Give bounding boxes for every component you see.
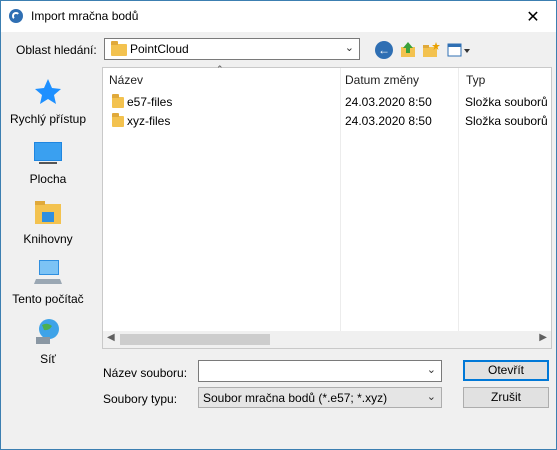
scroll-right-icon[interactable]: ▶ — [539, 332, 547, 343]
filetype-select[interactable]: Soubor mračna bodů (*.e57; *.xyz) ⌄ — [198, 387, 442, 408]
close-button[interactable]: ✕ — [510, 1, 556, 32]
folder-icon — [112, 94, 124, 108]
file-date: 24.03.2020 8:50 — [345, 95, 432, 109]
horizontal-scrollbar[interactable]: ◀ ▶ — [103, 331, 551, 348]
import-dialog: Import mračna bodů ✕ Oblast hledání: Poi… — [0, 0, 557, 450]
computer-icon — [33, 257, 63, 287]
app-icon — [9, 9, 23, 23]
places-bar: Rychlý přístup Plocha Knihovny Tento poč… — [2, 67, 94, 439]
place-network[interactable]: Síť — [2, 317, 94, 366]
look-in-label: Oblast hledání: — [16, 43, 97, 57]
file-name: e57-files — [127, 95, 173, 109]
up-folder-icon[interactable] — [399, 41, 417, 59]
place-label: Rychlý přístup — [9, 112, 87, 126]
place-this-pc[interactable]: Tento počítač — [2, 257, 94, 306]
place-label: Síť — [40, 352, 56, 366]
chevron-down-icon[interactable]: ⌄ — [427, 390, 436, 403]
place-desktop[interactable]: Plocha — [2, 137, 94, 186]
file-date: 24.03.2020 8:50 — [345, 114, 432, 128]
file-row[interactable]: xyz-files 24.03.2020 8:50 Složka souborů — [103, 112, 551, 130]
look-in-combobox[interactable]: PointCloud ⌄ — [104, 38, 360, 60]
views-menu-icon[interactable] — [447, 41, 471, 59]
folder-icon — [112, 113, 124, 127]
place-label: Tento počítač — [12, 292, 84, 306]
scrollbar-thumb[interactable] — [120, 334, 270, 345]
scroll-left-icon[interactable]: ◀ — [107, 332, 115, 343]
place-label: Knihovny — [23, 232, 73, 246]
filetype-label: Soubory typu: — [103, 392, 178, 406]
place-libraries[interactable]: Knihovny — [2, 197, 94, 246]
filename-label: Název souboru: — [103, 366, 188, 380]
network-icon — [33, 317, 63, 347]
place-quick-access[interactable]: Rychlý přístup — [2, 77, 94, 126]
libraries-icon — [33, 197, 63, 227]
file-type: Složka souborů — [465, 95, 548, 109]
filename-input[interactable]: ⌄ — [198, 360, 442, 382]
folder-icon — [111, 41, 127, 56]
cancel-button[interactable]: Zrušit — [463, 387, 549, 408]
column-header-type[interactable]: Typ — [466, 73, 485, 87]
look-in-value: PointCloud — [130, 42, 189, 56]
place-label: Plocha — [29, 172, 67, 186]
chevron-down-icon[interactable]: ⌄ — [345, 41, 354, 54]
new-folder-icon[interactable] — [422, 41, 440, 59]
file-name: xyz-files — [127, 114, 171, 128]
column-header-name[interactable]: Název — [109, 73, 143, 87]
file-type: Složka souborů — [465, 114, 548, 128]
desktop-icon — [33, 137, 63, 167]
window-title: Import mračna bodů — [31, 9, 139, 23]
column-header-date[interactable]: Datum změny — [345, 73, 419, 87]
chevron-down-icon[interactable]: ⌄ — [427, 363, 436, 376]
open-button[interactable]: Otevřít — [463, 360, 549, 381]
sort-ascending-icon: ⌃ — [216, 64, 224, 74]
filetype-value: Soubor mračna bodů (*.e57; *.xyz) — [203, 391, 388, 405]
title-bar: Import mračna bodů ✕ — [1, 1, 556, 32]
back-icon[interactable]: ← — [375, 41, 393, 59]
file-row[interactable]: e57-files 24.03.2020 8:50 Složka souborů — [103, 93, 551, 111]
file-list[interactable]: ⌃ Název Datum změny Typ e57-files 24.03.… — [102, 64, 552, 349]
star-icon — [33, 77, 63, 107]
